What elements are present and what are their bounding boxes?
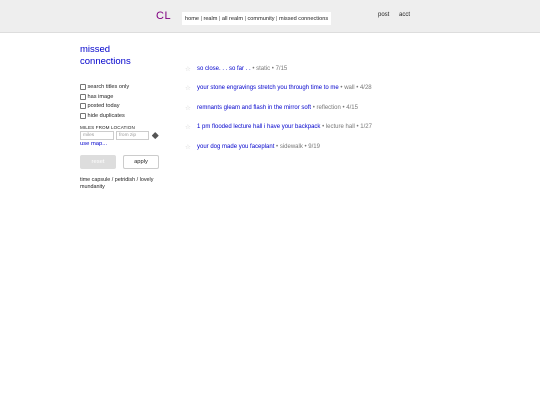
star-icon[interactable]: ☆ bbox=[185, 123, 197, 131]
hide-duplicates-checkbox[interactable] bbox=[80, 113, 86, 120]
miles-row: miles from zip bbox=[80, 131, 172, 141]
breadcrumb-missed-connections[interactable]: missed connections bbox=[279, 16, 328, 22]
filter-hide-duplicates[interactable]: hide duplicates bbox=[80, 111, 172, 121]
breadcrumb: home | realm | all realm | community | m… bbox=[182, 12, 332, 25]
result-location: lecture hall bbox=[325, 124, 355, 131]
result-title[interactable]: remnants gleam and flash in the mirror s… bbox=[197, 105, 311, 111]
result-date: 9/19 bbox=[308, 143, 320, 150]
breadcrumb-community[interactable]: community bbox=[248, 16, 275, 22]
zip-input[interactable]: from zip bbox=[116, 131, 149, 141]
account-link[interactable]: acct bbox=[399, 12, 410, 18]
filter-has-image[interactable]: has image bbox=[80, 92, 172, 102]
breadcrumb-realm[interactable]: realm bbox=[203, 16, 217, 22]
result-meta: • lecture hall • 1/27 bbox=[320, 124, 372, 131]
result-meta: • sidewalk • 9/19 bbox=[274, 143, 320, 150]
filter-buttons: reset apply bbox=[80, 155, 172, 170]
list-item: ☆ 1 pm flooded lecture hall i have your … bbox=[185, 118, 485, 138]
result-location: reflection bbox=[316, 104, 341, 111]
result-date: 4/15 bbox=[346, 104, 358, 111]
result-date: 4/28 bbox=[359, 85, 372, 92]
apply-button[interactable]: apply bbox=[123, 155, 159, 170]
subareas-links[interactable]: time capsule / petridish / lovely mundan… bbox=[80, 177, 172, 191]
result-location: wall bbox=[344, 85, 355, 92]
page-title: missed connections bbox=[80, 44, 172, 68]
list-item: ☆ your dog made you faceplant • sidewalk… bbox=[185, 137, 485, 157]
breadcrumb-separator: | bbox=[218, 15, 221, 22]
use-map-link[interactable]: use map... bbox=[80, 141, 172, 147]
user-links: post acct bbox=[378, 12, 418, 18]
header-bar: CL home | realm | all realm | community … bbox=[0, 0, 540, 33]
result-location: static bbox=[256, 65, 271, 72]
reset-button[interactable]: reset bbox=[80, 155, 116, 170]
result-title[interactable]: so close. . . so far . . bbox=[197, 66, 251, 72]
has-image-checkbox[interactable] bbox=[80, 93, 86, 100]
page-title-line-1: missed bbox=[80, 44, 111, 55]
result-location: sidewalk bbox=[279, 143, 303, 150]
search-titles-checkbox[interactable] bbox=[80, 83, 86, 90]
star-icon[interactable]: ☆ bbox=[185, 65, 197, 73]
sidebar: missed connections search titles only ha… bbox=[80, 44, 172, 191]
star-icon[interactable]: ☆ bbox=[185, 84, 197, 92]
breadcrumb-separator: | bbox=[200, 15, 202, 22]
breadcrumb-all-realm[interactable]: all realm bbox=[222, 16, 243, 22]
result-title[interactable]: your stone engravings stretch you throug… bbox=[197, 85, 339, 91]
result-title[interactable]: your dog made you faceplant bbox=[197, 144, 274, 150]
star-icon[interactable]: ☆ bbox=[185, 104, 197, 112]
result-date: 1/27 bbox=[360, 124, 372, 131]
star-icon[interactable]: ☆ bbox=[185, 143, 197, 151]
miles-from-location-label: MILES FROM LOCATION bbox=[80, 125, 135, 131]
result-title[interactable]: 1 pm flooded lecture hall i have your ba… bbox=[197, 124, 320, 130]
miles-input[interactable]: miles bbox=[80, 131, 114, 141]
results-list: ☆ so close. . . so far . . • static • 7/… bbox=[185, 59, 485, 157]
breadcrumb-separator: | bbox=[276, 15, 278, 22]
locate-icon[interactable] bbox=[152, 132, 159, 139]
result-meta: • wall • 4/28 bbox=[338, 85, 372, 92]
list-item: ☆ remnants gleam and flash in the mirror… bbox=[185, 98, 485, 118]
filter-search-titles-only[interactable]: search titles only bbox=[80, 82, 172, 92]
result-meta: • reflection • 4/15 bbox=[311, 104, 358, 111]
filter-label: posted today bbox=[87, 103, 120, 110]
filter-posted-today[interactable]: posted today bbox=[80, 102, 172, 112]
posted-today-checkbox[interactable] bbox=[80, 103, 86, 110]
breadcrumb-separator: | bbox=[244, 15, 246, 22]
list-item: ☆ your stone engravings stretch you thro… bbox=[185, 79, 485, 99]
result-meta: • static • 7/15 bbox=[250, 65, 288, 72]
result-date: 7/15 bbox=[275, 65, 288, 72]
filter-label: hide duplicates bbox=[87, 113, 125, 120]
site-logo[interactable]: CL bbox=[156, 10, 171, 22]
list-item: ☆ so close. . . so far . . • static • 7/… bbox=[185, 59, 485, 79]
breadcrumb-home[interactable]: home bbox=[185, 16, 199, 22]
filter-label: has image bbox=[87, 93, 114, 100]
post-link[interactable]: post bbox=[378, 12, 389, 18]
page-title-line-2: connections bbox=[80, 56, 131, 67]
filter-label: search titles only bbox=[87, 83, 130, 90]
